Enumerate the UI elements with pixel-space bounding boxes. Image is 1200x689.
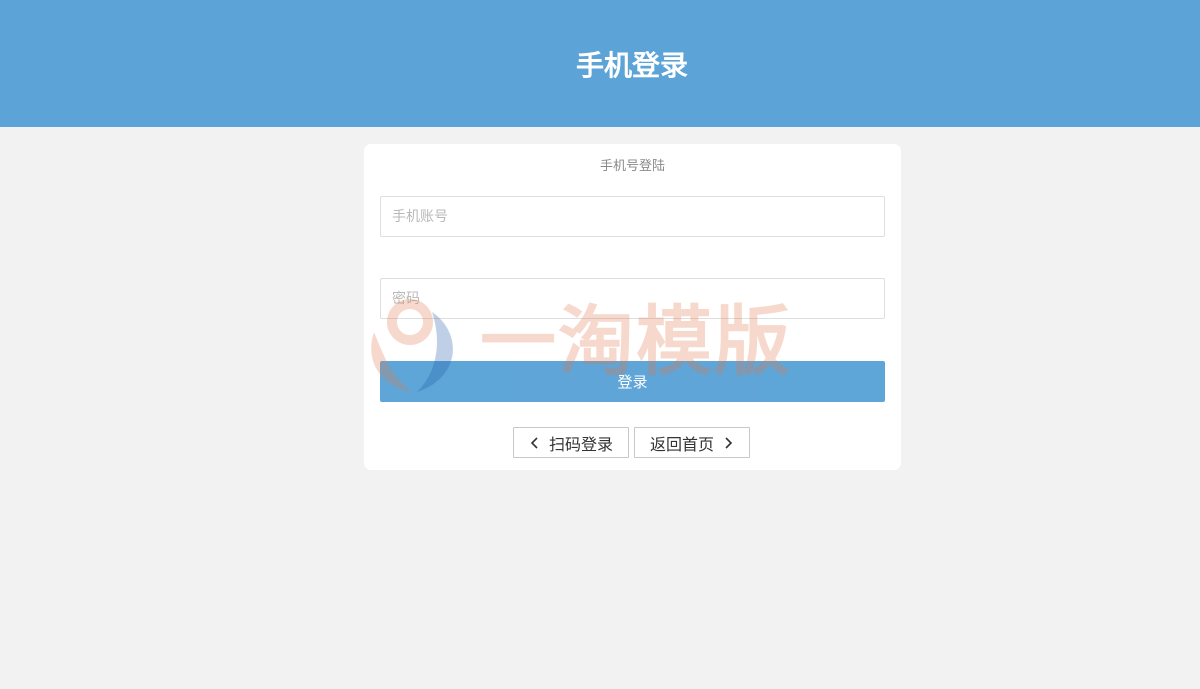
password-input[interactable] xyxy=(380,278,885,319)
login-button[interactable]: 登录 xyxy=(380,361,885,402)
chevron-right-icon xyxy=(725,436,733,449)
chevron-left-icon xyxy=(530,436,538,449)
login-card: 手机号登陆 登录 扫码登录 返回首页 xyxy=(364,144,901,470)
back-home-label: 返回首页 xyxy=(649,434,714,454)
scan-login-button[interactable]: 扫码登录 xyxy=(513,427,629,458)
page-title: 手机登录 xyxy=(575,49,688,82)
phone-input[interactable] xyxy=(380,196,885,237)
page-header: 手机登录 xyxy=(0,0,1200,127)
scan-login-label: 扫码登录 xyxy=(548,434,613,454)
back-home-button[interactable]: 返回首页 xyxy=(634,427,750,458)
login-subtitle: 手机号登陆 xyxy=(599,159,665,174)
